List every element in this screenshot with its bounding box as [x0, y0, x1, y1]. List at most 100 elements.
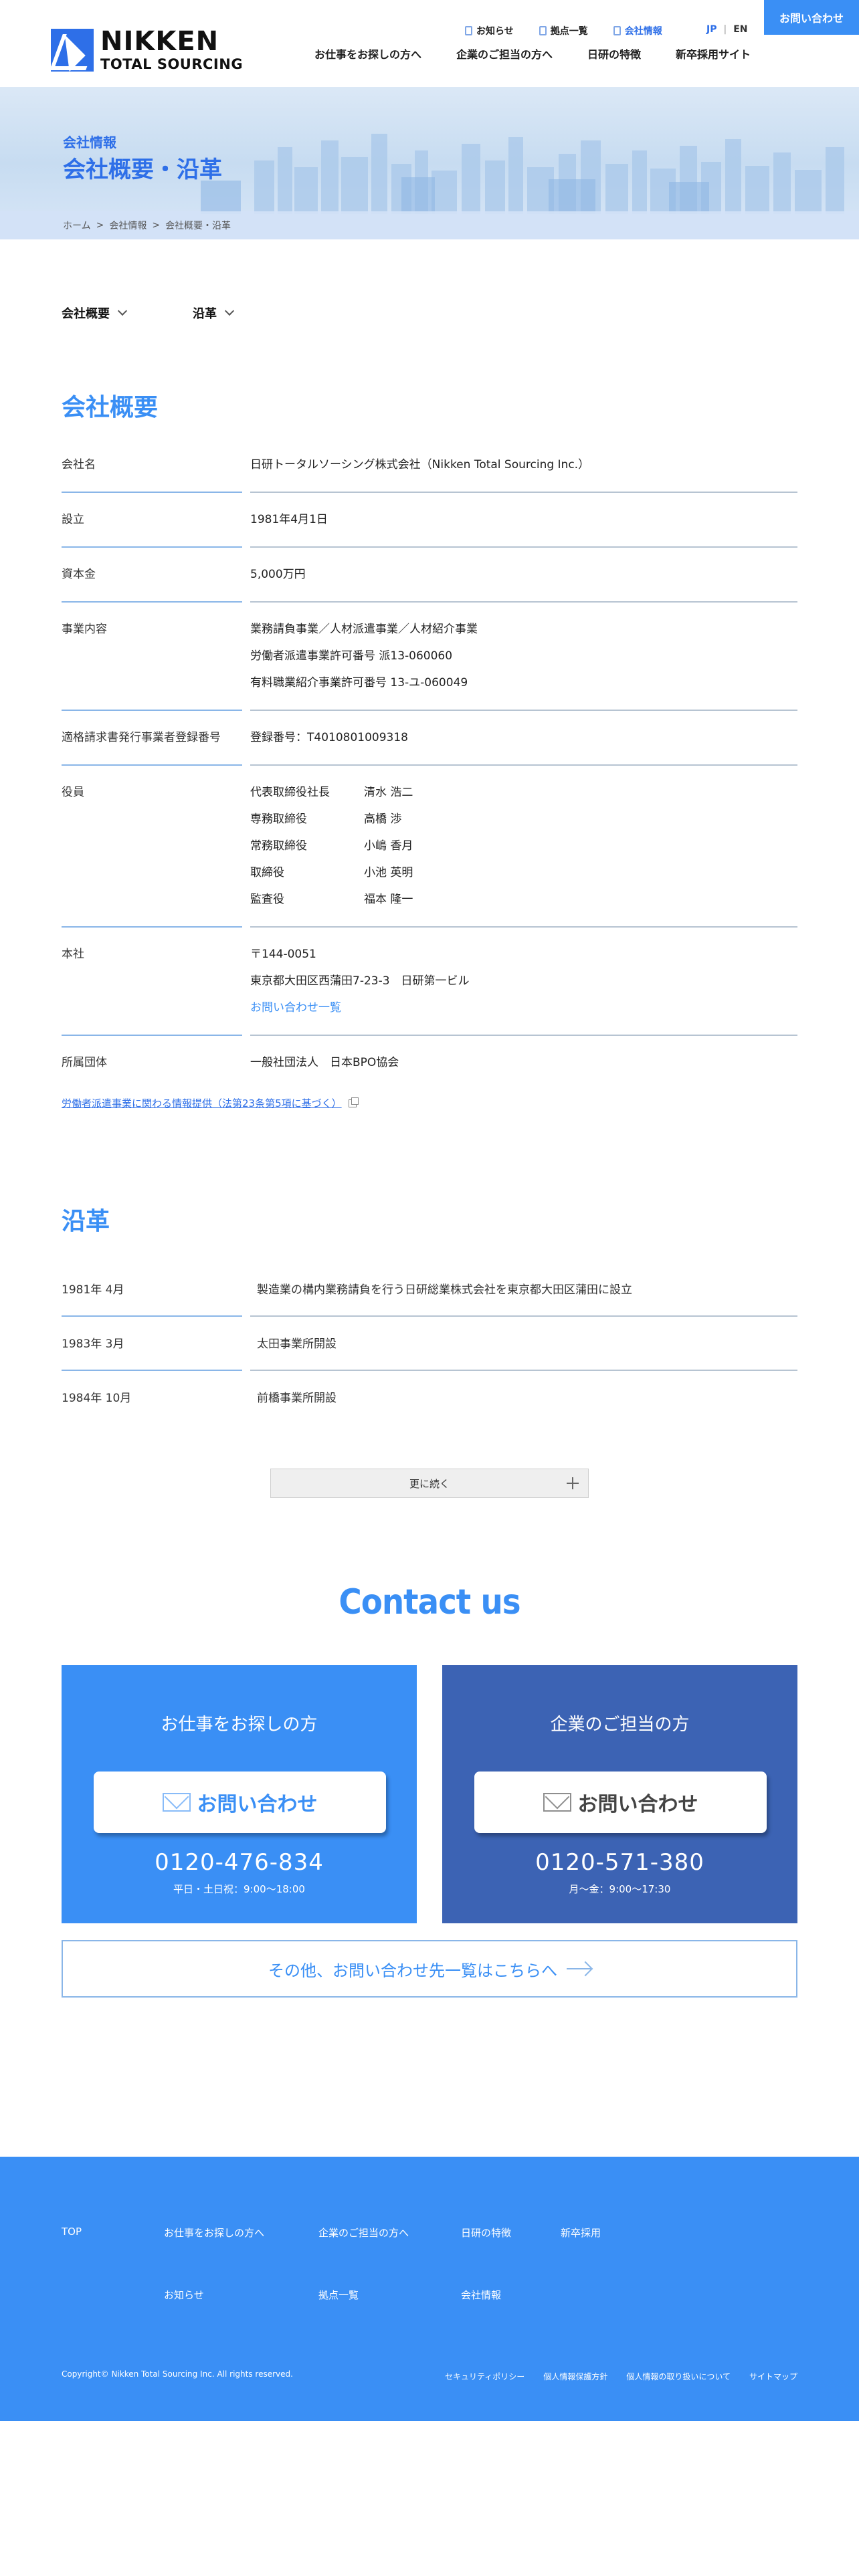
- nav-item-features[interactable]: 日研の特徴: [587, 45, 641, 62]
- footer-link-graduate[interactable]: 新卒採用: [561, 2226, 601, 2240]
- company-contact-button[interactable]: お問い合わせ: [474, 1772, 767, 1833]
- contact-box-job-seekers: お仕事をお探しの方 お問い合わせ 0120-476-834 平日・土日祝：9:0…: [62, 1665, 417, 1923]
- footer-link-features[interactable]: 日研の特徴: [461, 2226, 511, 2240]
- logo-mark-icon: [51, 28, 94, 72]
- chevron-down-icon: [117, 306, 128, 316]
- lang-en[interactable]: EN: [733, 24, 747, 35]
- table-row: 適格請求書発行事業者登録番号 登録番号：T4010801009318: [62, 711, 797, 766]
- footer-link-companies[interactable]: 企業のご担当の方へ: [318, 2226, 409, 2240]
- officers-list: 代表取締役社長 清水 浩二 専務取締役 高橋 渉 常務取締役 小嶋 香月 取締役 小池 …: [250, 766, 797, 928]
- contact-list-link[interactable]: お問い合わせ一覧: [250, 1001, 341, 1014]
- logo-text-line1: NIKKEN: [100, 26, 219, 57]
- mail-icon: [543, 1793, 571, 1812]
- table-row: 事業内容 業務請負事業／人材派遣事業／人材紹介事業 労働者派遣事業許可番号 派1…: [62, 603, 797, 711]
- site-footer: TOP お仕事をお探しの方へ 企業のご担当の方へ 日研の特徴 新卒採用 お知らせ…: [0, 2157, 859, 2421]
- row-value: 業務請負事業／人材派遣事業／人材紹介事業 労働者派遣事業許可番号 派13-060…: [250, 603, 797, 711]
- footer-link-locations[interactable]: 拠点一覧: [318, 2288, 359, 2302]
- other-contacts-button[interactable]: その他、お問い合わせ先一覧はこちらへ: [62, 1940, 797, 1998]
- job-seeker-contact-button[interactable]: お問い合わせ: [94, 1772, 386, 1833]
- breadcrumb-company[interactable]: 会社情報: [109, 219, 147, 232]
- table-row: 所属団体 一般社団法人 日本BPO協会: [62, 1036, 797, 1089]
- external-link-icon: [348, 1097, 359, 1107]
- header-contact-button[interactable]: お問い合わせ: [764, 0, 859, 35]
- nav-item-companies[interactable]: 企業のご担当の方へ: [456, 45, 553, 62]
- anchor-history[interactable]: 沿革: [193, 304, 235, 322]
- chevron-down-icon: [224, 306, 235, 316]
- nikken-logo[interactable]: NIKKEN TOTAL SOURCING: [51, 28, 243, 72]
- officer-item: 専務取締役 高橋 渉: [250, 813, 402, 826]
- footer-link-sitemap[interactable]: サイトマップ: [749, 2371, 797, 2382]
- copyright: Copyright© Nikken Total Sourcing Inc. Al…: [62, 2369, 293, 2379]
- document-icon: [613, 26, 621, 35]
- anchor-overview[interactable]: 会社概要: [62, 304, 128, 322]
- row-value: 一般社団法人 日本BPO協会: [250, 1056, 399, 1069]
- history-event: 製造業の構内業務請負を行う日研総業株式会社を東京都大田区蒲田に設立: [250, 1263, 797, 1317]
- row-label: 適格請求書発行事業者登録番号: [62, 711, 242, 766]
- officer-item: 取締役 小池 英明: [250, 866, 413, 879]
- history-date: 1983年 3月: [62, 1317, 242, 1371]
- table-row: 1984年 10月 前橋事業所開設: [62, 1371, 797, 1424]
- dispatch-info-link[interactable]: 労働者派遣事業に関わる情報提供（法第23条第5項に基づく）: [62, 1096, 359, 1110]
- officer-item: 監査役 福本 隆一: [250, 893, 413, 906]
- document-icon: [465, 26, 472, 35]
- contact-box-title: 企業のご担当の方: [550, 1715, 690, 1735]
- footer-link-security[interactable]: セキュリティポリシー: [445, 2371, 524, 2382]
- overview-table: 会社名 日研トータルソーシング株式会社（Nikken Total Sourcin…: [62, 438, 797, 1089]
- nav-item-job-seekers[interactable]: お仕事をお探しの方へ: [314, 45, 421, 62]
- phone-number[interactable]: 0120-571-380: [442, 1849, 797, 1876]
- history-date: 1981年 4月: [62, 1263, 242, 1317]
- footer-link-top[interactable]: TOP: [62, 2226, 82, 2238]
- row-value: 1981年4月1日: [250, 493, 797, 548]
- show-more-button[interactable]: 更に続く: [270, 1469, 589, 1498]
- arrow-right-icon: [567, 1968, 591, 1969]
- business-hours: 平日・土日祝：9:00〜18:00: [173, 1883, 305, 1895]
- lang-jp[interactable]: JP: [706, 24, 717, 35]
- row-value: 5,000万円: [250, 548, 797, 603]
- row-value: 〒144-0051 東京都大田区西蒲田7-23-3 日研第一ビル お問い合わせ一…: [250, 928, 797, 1036]
- util-link-news[interactable]: お知らせ: [465, 24, 514, 37]
- hero-subtitle: 会社情報: [63, 134, 116, 150]
- utility-nav: お知らせ 拠点一覧 会社情報: [465, 24, 688, 37]
- footer-link-privacy[interactable]: 個人情報保護方針: [543, 2371, 607, 2382]
- row-label: 本社: [62, 928, 242, 1036]
- officer-item: 代表取締役社長 清水 浩二: [250, 786, 413, 799]
- contact-box-title: お仕事をお探しの方: [161, 1715, 318, 1735]
- table-row: 資本金 5,000万円: [62, 548, 797, 603]
- page: NIKKEN TOTAL SOURCING お知らせ 拠点一覧 会社情報 JP …: [0, 0, 859, 2576]
- site-header: NIKKEN TOTAL SOURCING お知らせ 拠点一覧 会社情報 JP …: [0, 0, 859, 87]
- table-row: 役員 代表取締役社長 清水 浩二 専務取締役 高橋 渉 常務取締役 小嶋 香月 取締役…: [62, 766, 797, 928]
- util-link-company[interactable]: 会社情報: [613, 24, 662, 37]
- footer-link-personal-info[interactable]: 個人情報の取り扱いについて: [626, 2371, 731, 2382]
- plus-icon: [567, 1477, 579, 1489]
- row-label: 資本金: [62, 548, 242, 603]
- footer-legal-links: セキュリティポリシー 個人情報保護方針 個人情報の取り扱いについて サイトマップ: [445, 2371, 797, 2382]
- overview-title: 会社概要: [62, 394, 159, 421]
- history-event: 太田事業所開設: [250, 1317, 797, 1371]
- row-value: 登録番号：T4010801009318: [250, 711, 797, 766]
- footer-link-job-seekers[interactable]: お仕事をお探しの方へ: [164, 2226, 264, 2240]
- row-label: 会社名: [62, 438, 242, 493]
- language-switch: JP | EN: [706, 24, 747, 35]
- page-hero: 会社情報 会社概要・沿革 ホーム > 会社情報 > 会社概要・沿革: [0, 87, 859, 239]
- breadcrumb-separator: >: [152, 220, 161, 231]
- breadcrumb-home[interactable]: ホーム: [63, 219, 91, 232]
- table-row: 1981年 4月 製造業の構内業務請負を行う日研総業株式会社を東京都大田区蒲田に…: [62, 1263, 797, 1317]
- nav-item-graduate-recruit[interactable]: 新卒採用サイト: [676, 45, 751, 62]
- table-row: 設立 1981年4月1日: [62, 493, 797, 548]
- officer-item: 常務取締役 小嶋 香月: [250, 839, 413, 853]
- footer-link-news[interactable]: お知らせ: [164, 2288, 204, 2302]
- footer-link-company[interactable]: 会社情報: [461, 2288, 501, 2302]
- phone-number[interactable]: 0120-476-834: [62, 1849, 417, 1876]
- business-hours: 月〜金：9:00〜17:30: [569, 1883, 671, 1895]
- row-label: 役員: [62, 766, 242, 928]
- anchor-links: 会社概要 沿革: [62, 304, 235, 322]
- breadcrumb: ホーム > 会社情報 > 会社概要・沿革: [0, 211, 859, 239]
- contact-box-companies: 企業のご担当の方 お問い合わせ 0120-571-380 月〜金：9:00〜17…: [442, 1665, 797, 1923]
- util-link-locations[interactable]: 拠点一覧: [539, 24, 588, 37]
- contact-title: Contact us: [339, 1582, 520, 1622]
- lang-separator: |: [723, 24, 727, 35]
- logo-text-line2: TOTAL SOURCING: [100, 56, 244, 72]
- table-row: 会社名 日研トータルソーシング株式会社（Nikken Total Sourcin…: [62, 438, 797, 493]
- global-nav: お仕事をお探しの方へ 企業のご担当の方へ 日研の特徴 新卒採用サイト: [314, 45, 751, 62]
- breadcrumb-current: 会社概要・沿革: [165, 221, 231, 231]
